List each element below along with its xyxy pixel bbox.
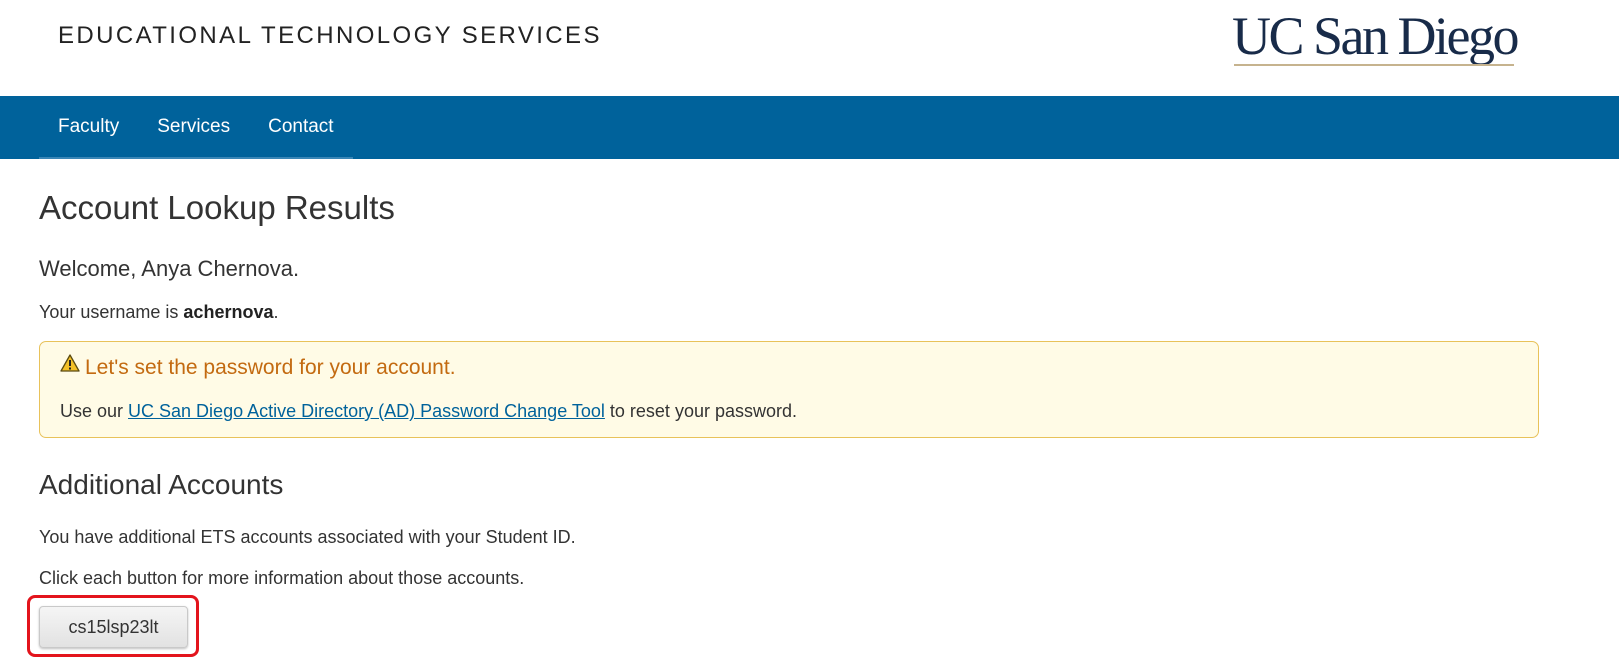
nav-item-contact[interactable]: Contact [249, 96, 352, 157]
uc-san-diego-logo[interactable]: UC San Diego [1232, 6, 1519, 68]
alert-body-prefix: Use our [60, 401, 129, 421]
site-title[interactable]: EDUCATIONAL TECHNOLOGY SERVICES [58, 22, 602, 50]
main-navigation: Faculty Services Contact [0, 96, 1619, 159]
username-suffix: . [273, 302, 279, 322]
username-value: achernova [183, 302, 274, 322]
warning-triangle-icon [60, 354, 80, 372]
password-alert: Let's set the password for your account.… [39, 341, 1539, 438]
account-button-cs15lsp23lt[interactable]: cs15lsp23lt [39, 606, 188, 648]
alert-body: Use our UC San Diego Active Directory (A… [60, 401, 797, 422]
alert-body-suffix: to reset your password. [604, 401, 797, 421]
alert-title: Let's set the password for your account. [85, 356, 456, 379]
username-line: Your username is achernova. [39, 302, 278, 323]
username-prefix: Your username is [39, 302, 184, 322]
site-header: EDUCATIONAL TECHNOLOGY SERVICES UC San D… [0, 0, 1619, 96]
additional-accounts-instructions: Click each button for more information a… [39, 568, 525, 588]
logo-text: UC San Diego [1232, 6, 1519, 66]
password-change-tool-link[interactable]: UC San Diego Active Directory (AD) Passw… [128, 401, 605, 421]
nav-items: Faculty Services Contact [39, 96, 353, 159]
nav-item-faculty[interactable]: Faculty [39, 96, 138, 157]
additional-accounts-title: Additional Accounts [39, 469, 284, 500]
welcome-message: Welcome, Anya Chernova. [39, 256, 300, 281]
page-title: Account Lookup Results [39, 189, 395, 226]
additional-accounts-description: You have additional ETS accounts associa… [39, 527, 576, 547]
logo-underline [1234, 64, 1514, 66]
nav-item-services[interactable]: Services [138, 96, 249, 157]
